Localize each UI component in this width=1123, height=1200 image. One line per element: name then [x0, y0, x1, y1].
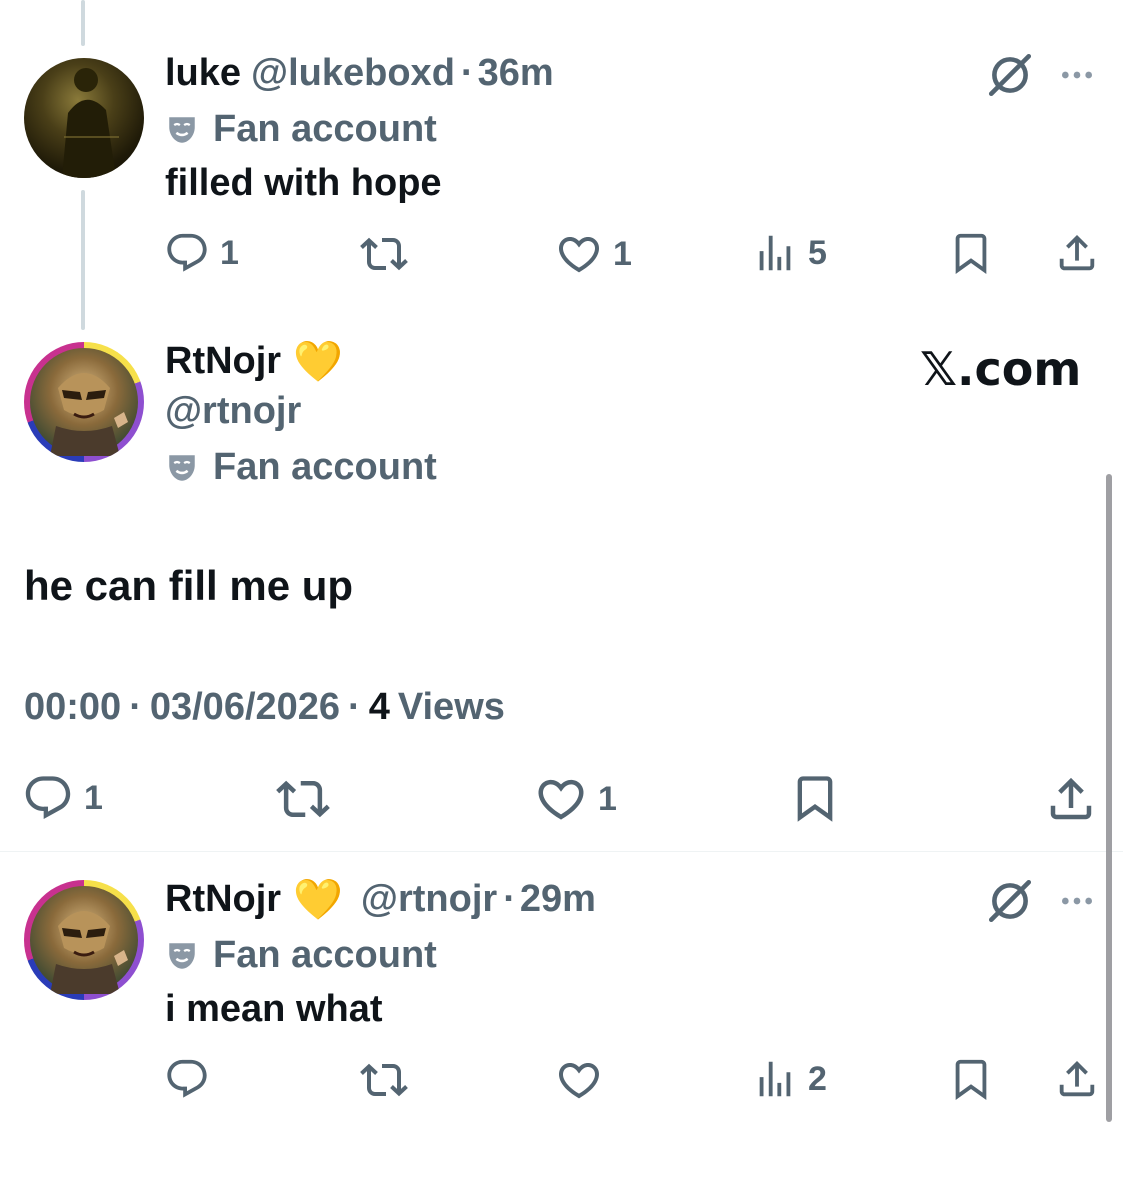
tweet-text: he can fill me up: [24, 562, 354, 609]
like-icon: [555, 1056, 603, 1104]
reply-count: 1: [84, 778, 103, 817]
tweet-date[interactable]: 03/06/2026: [150, 686, 340, 729]
tweet-text: filled with hope: [165, 162, 442, 204]
share-icon: [1054, 1056, 1100, 1102]
avatar-rtnojr[interactable]: [24, 880, 144, 1000]
share-icon: [1054, 230, 1100, 276]
thread-line-middle: [81, 190, 85, 330]
like-button[interactable]: [555, 1056, 603, 1104]
avatar-luke[interactable]: [24, 58, 144, 178]
like-icon: [534, 772, 588, 826]
timestamp[interactable]: 36m: [478, 52, 554, 95]
like-icon: [555, 230, 603, 278]
fan-account-label: Fan account: [165, 108, 437, 151]
like-count: 1: [598, 779, 617, 818]
share-button[interactable]: [1044, 772, 1098, 826]
fan-account-text: Fan account: [213, 934, 437, 976]
divider: [0, 851, 1123, 852]
views-button[interactable]: 2: [752, 1056, 827, 1102]
retweet-icon: [276, 772, 330, 826]
avatar-image: [30, 886, 138, 994]
grok-icon[interactable]: [985, 876, 1035, 931]
reply-count: 1: [220, 233, 239, 272]
grok-icon[interactable]: [985, 50, 1035, 105]
views-icon: [752, 230, 798, 276]
reply-button[interactable]: 1: [22, 772, 103, 824]
retweet-icon: [360, 230, 408, 278]
yellow-heart-icon: 💛: [293, 339, 343, 385]
fan-account-text: Fan account: [213, 446, 437, 488]
more-icon[interactable]: [1057, 881, 1097, 926]
retweet-button[interactable]: [360, 1056, 408, 1104]
avatar-silhouette: [62, 68, 119, 178]
tweet-1-header: luke @lukeboxd · 36m: [165, 52, 554, 95]
views-count[interactable]: 4: [369, 686, 390, 729]
fan-mask-icon: [165, 113, 199, 147]
fan-mask-icon: [165, 451, 199, 485]
tweet-time[interactable]: 00:00: [24, 686, 121, 729]
timestamp[interactable]: 29m: [520, 878, 596, 921]
like-button[interactable]: 1: [534, 772, 617, 826]
like-button[interactable]: 1: [555, 230, 632, 278]
avatar-rtnojr[interactable]: [24, 342, 144, 462]
tweet-text: i mean what: [165, 988, 383, 1030]
more-icon[interactable]: [1057, 55, 1097, 100]
views-count: 5: [808, 233, 827, 272]
handle[interactable]: @lukeboxd: [251, 52, 455, 95]
views-label[interactable]: Views: [398, 686, 505, 729]
reply-icon: [22, 772, 74, 824]
bookmark-button[interactable]: [948, 1056, 994, 1102]
bookmark-icon: [948, 1056, 994, 1102]
reply-button[interactable]: 1: [164, 230, 239, 276]
tweet-2-name-row: RtNojr 💛: [165, 338, 343, 385]
separator: ·: [129, 686, 142, 728]
yellow-heart-icon: 💛: [293, 877, 343, 923]
handle[interactable]: @rtnojr: [165, 390, 301, 433]
reply-button[interactable]: [164, 1056, 210, 1102]
avatar-figure: [50, 911, 128, 994]
share-icon: [1044, 772, 1098, 826]
fan-account-label: Fan account: [165, 446, 437, 489]
tweet-meta: 00:00 · 03/06/2026 · 4 Views: [24, 686, 505, 729]
bookmark-icon: [948, 230, 994, 276]
views-button[interactable]: 5: [752, 230, 827, 276]
separator: ·: [460, 52, 474, 94]
retweet-button[interactable]: [276, 772, 330, 826]
reply-icon: [164, 230, 210, 276]
views-count: 2: [808, 1059, 827, 1098]
reply-icon: [164, 1056, 210, 1102]
share-button[interactable]: [1054, 230, 1100, 276]
bookmark-icon: [789, 772, 841, 824]
display-name[interactable]: RtNojr: [165, 878, 281, 921]
fan-account-text: Fan account: [213, 108, 437, 150]
bookmark-button[interactable]: [789, 772, 841, 824]
handle[interactable]: @rtnojr: [361, 878, 497, 921]
separator: ·: [503, 878, 516, 920]
separator: ·: [348, 686, 361, 728]
fan-mask-icon: [165, 939, 199, 973]
retweet-icon: [360, 1056, 408, 1104]
bookmark-button[interactable]: [948, 230, 994, 276]
display-name[interactable]: RtNojr: [165, 340, 281, 383]
like-count: 1: [613, 234, 632, 273]
x-watermark: 𝕏.com: [920, 342, 1082, 396]
retweet-button[interactable]: [360, 230, 408, 278]
tweet-3-header: RtNojr 💛 @rtnojr · 29m: [165, 876, 596, 923]
thread-line-top: [81, 0, 85, 46]
display-name[interactable]: luke: [165, 52, 241, 95]
avatar-figure: [50, 373, 128, 456]
share-button[interactable]: [1054, 1056, 1100, 1102]
views-icon: [752, 1056, 798, 1102]
scrollbar[interactable]: [1106, 474, 1112, 1122]
avatar-image: [30, 348, 138, 456]
fan-account-label: Fan account: [165, 934, 437, 977]
